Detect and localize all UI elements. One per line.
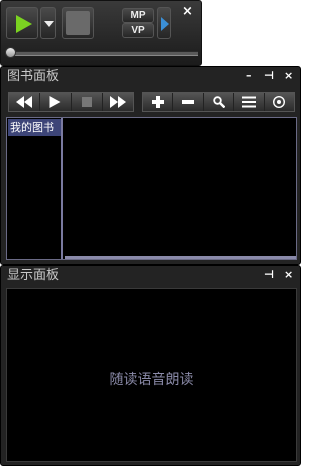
expand-button[interactable] [157,7,171,39]
minimize-button[interactable]: – [246,69,252,83]
play-button[interactable] [6,7,38,39]
pin-button[interactable]: ⊣ [264,69,274,83]
stop-button[interactable] [62,7,94,39]
player-close-button[interactable]: × [182,5,193,18]
rewind-icon [16,96,33,108]
seek-slider-track[interactable] [7,51,198,56]
books-sidebar: 我的图书 [7,118,63,259]
search-button[interactable] [203,93,235,111]
display-pin-button[interactable]: ⊣ [264,268,274,282]
player-panel: MP VP × [0,0,202,66]
vp-button[interactable]: VP [122,23,154,38]
plus-icon [151,96,164,108]
fast-forward-icon [109,96,126,108]
books-panel-title: 图书面板 [7,69,60,84]
toolbar-play-button[interactable] [40,93,72,111]
minus-icon [182,100,195,104]
books-content-area: 我的图书 [6,117,297,260]
display-message: 随读语音朗读 [109,372,194,388]
toolbar-stop-button[interactable] [71,93,103,111]
list-icon [241,96,256,108]
stop-icon [66,11,90,35]
play-icon [16,15,32,33]
display-close-button[interactable]: × [284,268,293,282]
chevron-right-icon [161,17,169,31]
search-icon [212,96,225,108]
seek-slider-handle[interactable] [5,47,16,58]
add-button[interactable] [143,93,174,111]
mp-button[interactable]: MP [122,8,154,23]
horizontal-splitter[interactable] [65,256,296,259]
display-panel: 显示面板 ⊣ × 随读语音朗读 [0,265,301,466]
edit-toolbar [142,92,295,112]
playback-toolbar [8,92,134,112]
display-content-area: 随读语音朗读 [6,288,297,462]
books-panel: 图书面板 – ⊣ × 我的图书 [0,66,301,265]
play-options-dropdown[interactable] [40,7,56,39]
fast-forward-button[interactable] [102,93,133,111]
rewind-button[interactable] [9,93,41,111]
sidebar-item-my-books[interactable]: 我的图书 [8,119,61,136]
display-panel-title: 显示面板 [7,268,60,283]
target-icon [273,95,286,109]
settings-button[interactable] [264,93,295,111]
chevron-down-icon [44,21,54,27]
remove-button[interactable] [173,93,204,111]
stop-icon [81,97,92,107]
books-close-button[interactable]: × [284,69,293,83]
play-icon [49,96,61,108]
list-button[interactable] [234,93,265,111]
